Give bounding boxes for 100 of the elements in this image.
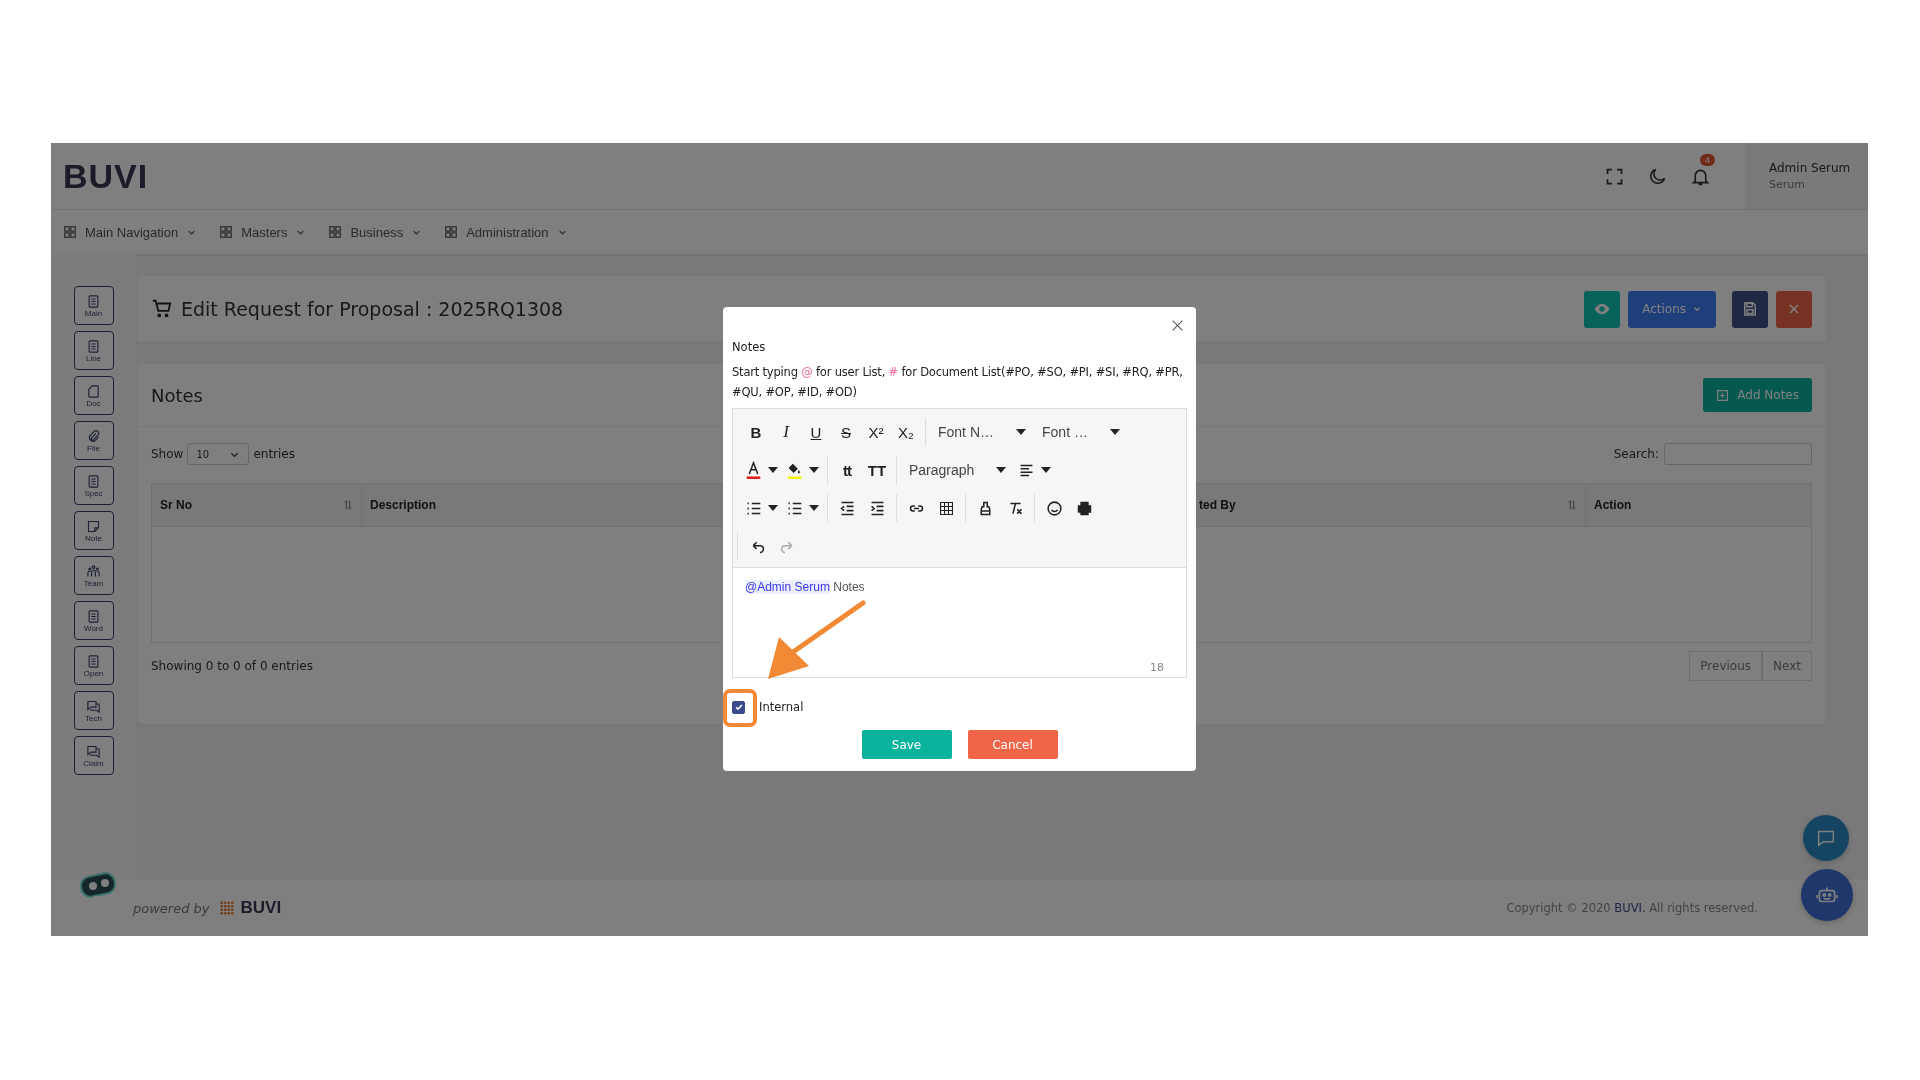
show-label: Show xyxy=(151,447,184,461)
editor-content-area[interactable]: @Admin Serum Notes 18 xyxy=(733,568,1186,677)
grid-icon xyxy=(63,225,77,239)
subscript-button[interactable]: X₂ xyxy=(891,418,921,446)
document-icon xyxy=(86,608,101,624)
document-icon xyxy=(86,653,101,669)
indent-icon xyxy=(868,499,886,517)
sidebar-button[interactable]: Word xyxy=(73,601,114,640)
column-header[interactable]: Sr No xyxy=(152,484,362,526)
sidebar-button[interactable]: Main xyxy=(73,286,114,325)
column-header[interactable]: Action xyxy=(1586,484,1811,526)
highlight-frame xyxy=(723,689,757,727)
pagination-button[interactable]: Next xyxy=(1762,651,1812,681)
save-icon-button[interactable] xyxy=(1732,290,1768,328)
sidebar-button[interactable]: Claim xyxy=(73,736,114,775)
bold-button[interactable]: B xyxy=(741,418,771,446)
caret-icon xyxy=(809,467,819,473)
chat-icon xyxy=(86,743,101,759)
user-name: Admin Serum xyxy=(1769,161,1852,175)
caret-icon xyxy=(768,505,778,511)
toolbar-dropdown[interactable]: Paragraph xyxy=(901,456,1015,484)
document-icon xyxy=(86,293,101,309)
sidebar-button[interactable]: Open xyxy=(73,646,114,685)
caret-icon xyxy=(809,505,819,511)
internal-checkbox[interactable] xyxy=(732,700,745,714)
caret-icon xyxy=(996,467,1007,473)
entries-label: entries xyxy=(253,447,295,461)
document-icon xyxy=(86,473,101,489)
table-info: Showing 0 to 0 of 0 entries xyxy=(151,659,313,673)
nav-menu-item[interactable]: Business xyxy=(328,224,423,240)
document-icon xyxy=(86,338,101,354)
underline-button[interactable]: U xyxy=(801,418,831,446)
internal-label: Internal xyxy=(759,700,804,714)
sort-icon xyxy=(1567,498,1577,512)
cancel-button[interactable]: Cancel xyxy=(967,730,1058,759)
chat-button[interactable] xyxy=(1803,815,1849,861)
superscript-button[interactable]: X² xyxy=(861,418,891,446)
outdent-icon xyxy=(838,499,856,517)
nav-menu-item[interactable]: Administration xyxy=(444,224,568,240)
grid-icon xyxy=(328,225,343,239)
dialog-title: Notes xyxy=(732,340,767,354)
nav-menu-item[interactable]: Masters xyxy=(219,224,307,240)
character-count: 18 xyxy=(1150,661,1164,674)
hint-text: Start typing @ for user List, # for Document List(#PO, #SO, #PI, #SI, #RQ, #PR, #QU, #OP, #ID, #OD) xyxy=(732,364,1184,401)
table-icon xyxy=(937,499,955,517)
search-field[interactable] xyxy=(1664,443,1812,465)
upper-button[interactable]: TT xyxy=(862,456,892,484)
sidebar-button[interactable]: Note xyxy=(73,511,114,550)
caret-icon xyxy=(1109,429,1120,435)
toolbar-dropdown[interactable]: Font … xyxy=(1034,418,1128,446)
grid-icon xyxy=(444,225,459,239)
sidebar-button[interactable]: Doc xyxy=(73,376,114,415)
plus-square-icon xyxy=(1716,388,1730,402)
page-title: Edit Request for Proposal : 2025RQ1308 xyxy=(181,298,565,320)
grid-icon xyxy=(219,225,234,239)
note-text: @Admin Serum Notes xyxy=(745,580,866,594)
italic-button[interactable]: I xyxy=(771,418,801,446)
checkmark-icon xyxy=(733,702,744,712)
search-label: Search: xyxy=(1613,447,1659,461)
nav-menu-item[interactable]: Main Navigation xyxy=(63,224,198,240)
user-panel[interactable]: Admin Serum Serum xyxy=(1745,143,1868,209)
chatbot-button[interactable] xyxy=(1801,869,1853,921)
user-role: Serum xyxy=(1769,178,1806,191)
letter-a-icon xyxy=(745,460,762,480)
notification-badge: 4 xyxy=(1700,153,1715,166)
footer-logo: BUVI xyxy=(240,898,282,918)
actions-button[interactable]: Actions xyxy=(1628,290,1716,328)
strike-button[interactable]: S xyxy=(831,418,861,446)
numbered-list-icon xyxy=(745,499,762,517)
note-icon xyxy=(86,518,101,534)
cart-icon xyxy=(151,298,173,320)
section-title: Notes xyxy=(151,384,203,406)
bullet-list-icon xyxy=(786,499,803,517)
people-icon xyxy=(86,563,101,579)
sort-icon xyxy=(343,498,353,512)
caret-icon xyxy=(1041,467,1052,473)
sidebar-button[interactable]: File xyxy=(73,421,114,460)
sidebar-button[interactable]: Spec xyxy=(73,466,114,505)
lower-button[interactable]: tt xyxy=(832,456,862,484)
powered-by-text: powered by xyxy=(133,900,210,916)
page-icon xyxy=(86,383,101,399)
mention-link[interactable]: @Admin Serum xyxy=(745,580,830,594)
smiley-icon xyxy=(1045,499,1063,517)
sidebar-button[interactable]: Tech xyxy=(73,691,114,730)
brand-link[interactable]: BUVI. xyxy=(1614,901,1646,915)
pagination-button[interactable]: Previous xyxy=(1689,651,1763,681)
paperclip-icon xyxy=(86,428,101,444)
toolbar-dropdown[interactable]: Font N… xyxy=(930,418,1034,446)
sidebar-button[interactable]: Line xyxy=(73,331,114,370)
sidebar-button[interactable]: Team xyxy=(73,556,114,595)
page-size-select[interactable]: 10 xyxy=(187,443,250,465)
dots-logo-icon xyxy=(219,901,234,915)
chat-icon xyxy=(86,698,101,714)
add-notes-button[interactable]: Add Notes xyxy=(1703,378,1812,412)
close-icon[interactable] xyxy=(1171,319,1184,332)
save-button[interactable]: Save xyxy=(861,730,952,759)
logo: BUVI xyxy=(63,156,149,196)
copyright-text: Copyright © 2020 BUVI. All rights reserved. xyxy=(1506,901,1758,915)
caret-icon xyxy=(1016,429,1026,435)
caret-icon xyxy=(768,467,778,473)
